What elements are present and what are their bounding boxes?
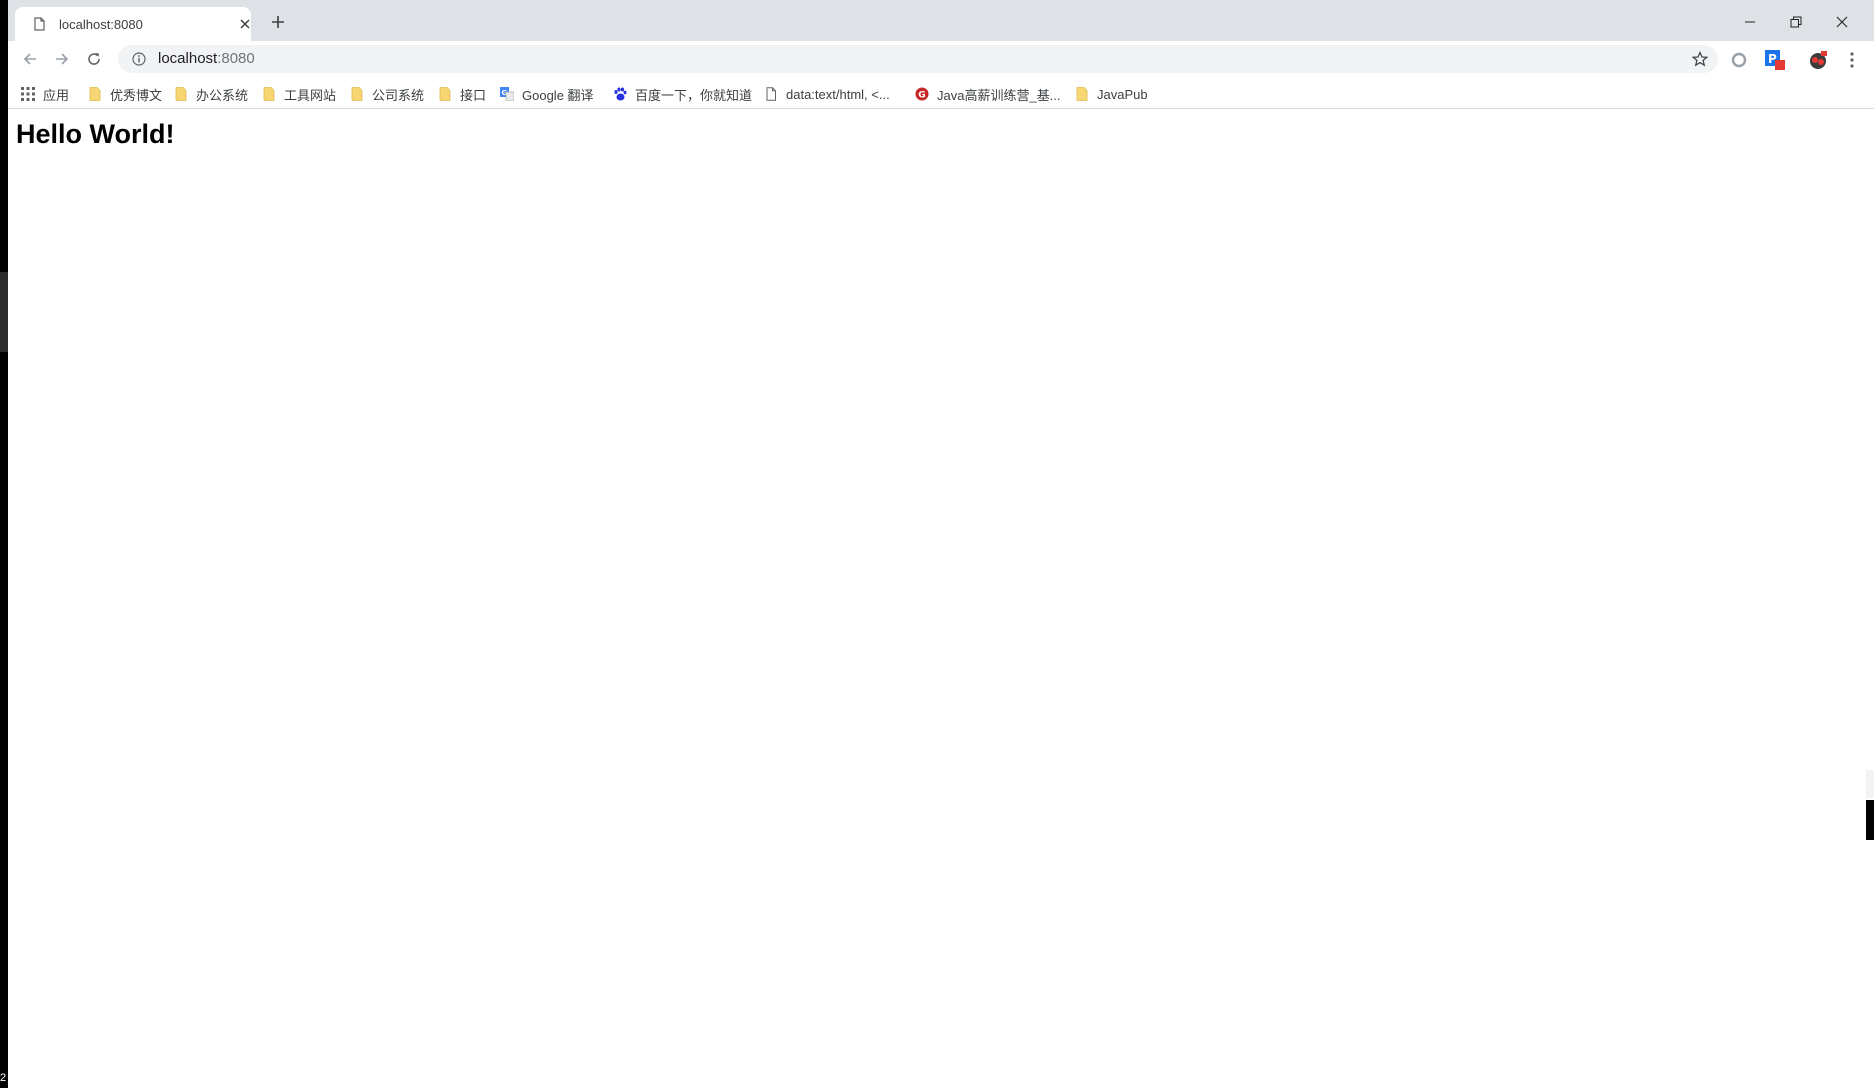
folder-icon: [175, 87, 187, 101]
bookmark-baidu[interactable]: 百度一下，你就知道: [613, 85, 752, 103]
bookmark-folder-youxiu[interactable]: 优秀博文: [88, 85, 162, 103]
bug-extension-icon: [1810, 51, 1827, 69]
page-icon: [766, 87, 776, 101]
browser-window: localhost:8080 localhost:8080 P 应用 优秀博文 …: [8, 0, 1874, 1088]
bookmark-label: JavaPub: [1097, 86, 1148, 102]
bookmark-label: 接口: [460, 87, 487, 103]
bookmark-label: Java高薪训练营_基...: [937, 87, 1061, 103]
bookmark-star-icon[interactable]: [1692, 51, 1708, 67]
bookmark-folder-bangong[interactable]: 办公系统: [174, 85, 248, 103]
apps-grid-icon: [21, 87, 35, 101]
close-window-button[interactable]: [1820, 10, 1864, 34]
tab-active[interactable]: localhost:8080: [15, 7, 251, 41]
bookmark-label: 应用: [43, 87, 70, 103]
page-heading: Hello World!: [16, 119, 175, 149]
address-bar[interactable]: localhost:8080: [118, 45, 1718, 73]
back-button[interactable]: [20, 49, 40, 69]
folder-icon: [439, 87, 451, 101]
bookmark-label: 百度一下，你就知道: [635, 87, 753, 103]
p-extension-icon: P: [1765, 50, 1785, 70]
g-logo-icon: G: [915, 87, 929, 101]
bookmark-folder-jiekou[interactable]: 接口: [438, 85, 486, 103]
extension-p-button[interactable]: P: [1764, 49, 1786, 71]
bookmark-data-html[interactable]: data:text/html, <...: [764, 85, 890, 103]
bookmark-label: 公司系统: [372, 87, 425, 103]
url-text: localhost:8080: [158, 50, 255, 67]
baidu-paw-icon: [614, 87, 627, 101]
bookmark-label: data:text/html, <...: [786, 86, 890, 102]
bookmarks-bar: 应用 优秀博文 办公系统 工具网站 公司系统 接口 G Google 翻译 百度…: [8, 77, 1874, 109]
edge-segment: [0, 272, 8, 312]
forward-button[interactable]: [52, 49, 72, 69]
tab-title: localhost:8080: [59, 17, 143, 32]
url-host: localhost: [158, 50, 218, 67]
svg-text:G: G: [918, 91, 925, 101]
circle-extension-icon: [1731, 52, 1747, 68]
menu-button[interactable]: [1841, 49, 1863, 71]
folder-icon: [89, 87, 101, 101]
edge-segment: [0, 312, 8, 352]
page-content: Hello World!: [8, 110, 1874, 1088]
url-port: :8080: [217, 50, 255, 67]
bookmark-label: 工具网站: [284, 87, 337, 103]
bookmark-google-translate[interactable]: G Google 翻译: [500, 85, 594, 103]
arrow-right-icon: [56, 53, 69, 65]
reload-icon: [88, 53, 100, 65]
restore-button[interactable]: [1774, 10, 1818, 34]
restore-icon: [1790, 16, 1802, 28]
edge-marker: [1866, 800, 1874, 840]
folder-icon: [263, 87, 275, 101]
close-tab-icon[interactable]: [237, 16, 253, 32]
new-tab-icon[interactable]: [270, 14, 286, 30]
bookmark-label: 优秀博文: [110, 87, 163, 103]
extension-bug-button[interactable]: [1807, 49, 1829, 71]
folder-icon: [351, 87, 363, 101]
bookmark-folder-javapub[interactable]: JavaPub: [1075, 85, 1148, 103]
google-translate-icon: G: [500, 87, 514, 101]
desktop-left-edge: 2: [0, 0, 8, 1088]
corner-label: 2: [0, 1072, 7, 1084]
kebab-menu-icon: [1850, 52, 1854, 68]
reload-button[interactable]: [84, 49, 104, 69]
page-icon: [34, 17, 45, 31]
minimize-icon: [1745, 21, 1755, 23]
bookmark-folder-gongsi[interactable]: 公司系统: [350, 85, 424, 103]
toolbar: localhost:8080 P: [8, 41, 1874, 77]
bookmark-folder-gongju[interactable]: 工具网站: [262, 85, 336, 103]
tab-strip: localhost:8080: [8, 0, 1874, 41]
minimize-button[interactable]: [1728, 10, 1772, 34]
arrow-left-icon: [23, 53, 36, 65]
close-icon: [1836, 16, 1848, 28]
bookmark-label: Google 翻译: [522, 87, 594, 103]
info-icon[interactable]: [132, 52, 146, 66]
bookmark-apps[interactable]: 应用: [21, 85, 69, 103]
extension-circle-button[interactable]: [1728, 49, 1750, 71]
bookmark-java-training[interactable]: G Java高薪训练营_基...: [915, 85, 1061, 103]
edge-marker: [1866, 770, 1874, 798]
folder-icon: [1076, 87, 1088, 101]
bookmark-label: 办公系统: [196, 87, 249, 103]
